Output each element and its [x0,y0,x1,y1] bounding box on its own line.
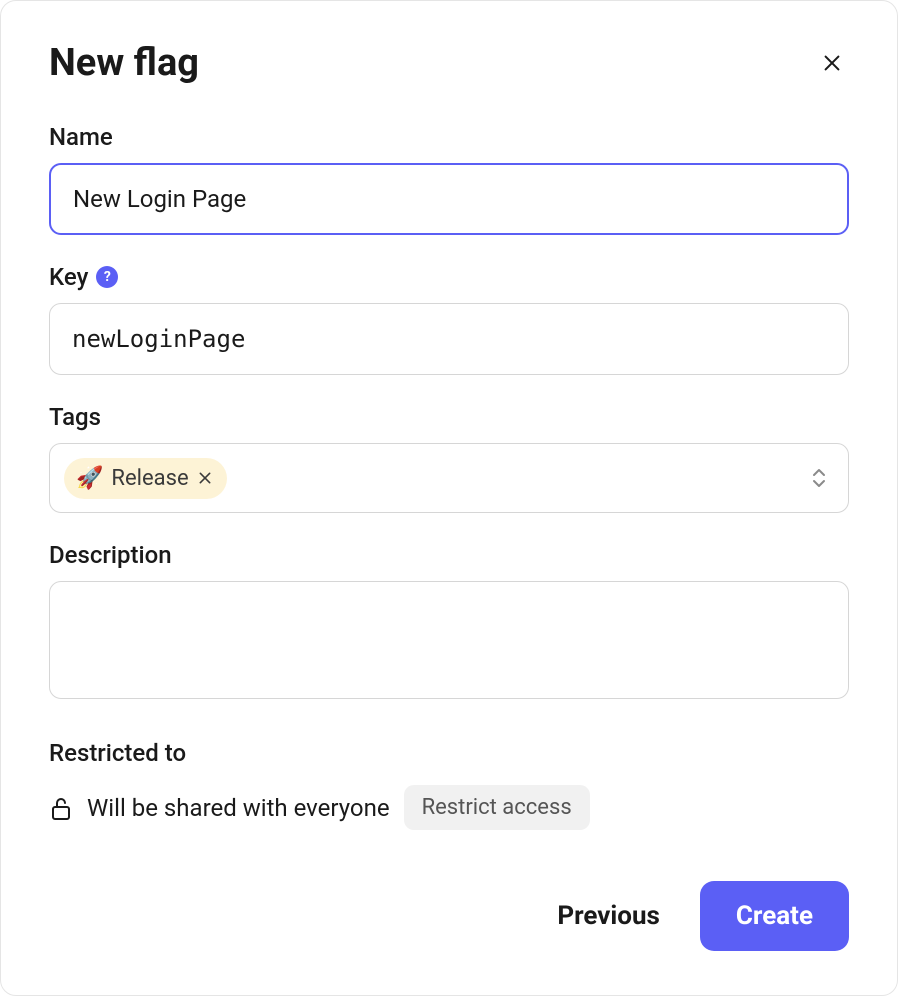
close-icon [197,470,213,486]
key-label: Key [49,263,88,291]
tag-pill-release: 🚀 Release [64,458,227,499]
chevron-up-icon [812,468,826,478]
new-flag-modal: New flag Name Key ? Tags 🚀 Rele [0,0,898,996]
modal-header: New flag [49,41,849,85]
unlock-icon [49,795,73,821]
key-field-group: Key ? [49,263,849,375]
rocket-icon: 🚀 [76,466,103,491]
description-input[interactable] [49,581,849,699]
description-field-group: Description [49,541,849,703]
tags-label: Tags [49,403,101,431]
help-icon[interactable]: ? [96,266,118,288]
tag-remove-button[interactable] [197,470,213,486]
modal-footer: Previous Create [49,841,849,951]
modal-title: New flag [49,41,199,85]
close-icon [821,52,843,74]
name-label: Name [49,123,113,151]
restricted-label: Restricted to [49,739,186,767]
tag-label: Release [111,466,188,491]
previous-button[interactable]: Previous [557,901,660,931]
tags-field-group: Tags 🚀 Release [49,403,849,513]
restrict-access-button[interactable]: Restrict access [404,785,590,830]
description-label: Description [49,541,172,569]
select-toggle[interactable] [812,468,834,488]
tags-select[interactable]: 🚀 Release [49,443,849,513]
restricted-section: Restricted to Will be shared with everyo… [49,739,849,830]
key-input[interactable] [49,303,849,375]
create-button[interactable]: Create [700,881,849,951]
name-input[interactable] [49,163,849,235]
share-text: Will be shared with everyone [87,794,390,822]
close-button[interactable] [815,46,849,80]
name-field-group: Name [49,123,849,235]
chevron-down-icon [812,478,826,488]
tags-list: 🚀 Release [64,458,227,499]
